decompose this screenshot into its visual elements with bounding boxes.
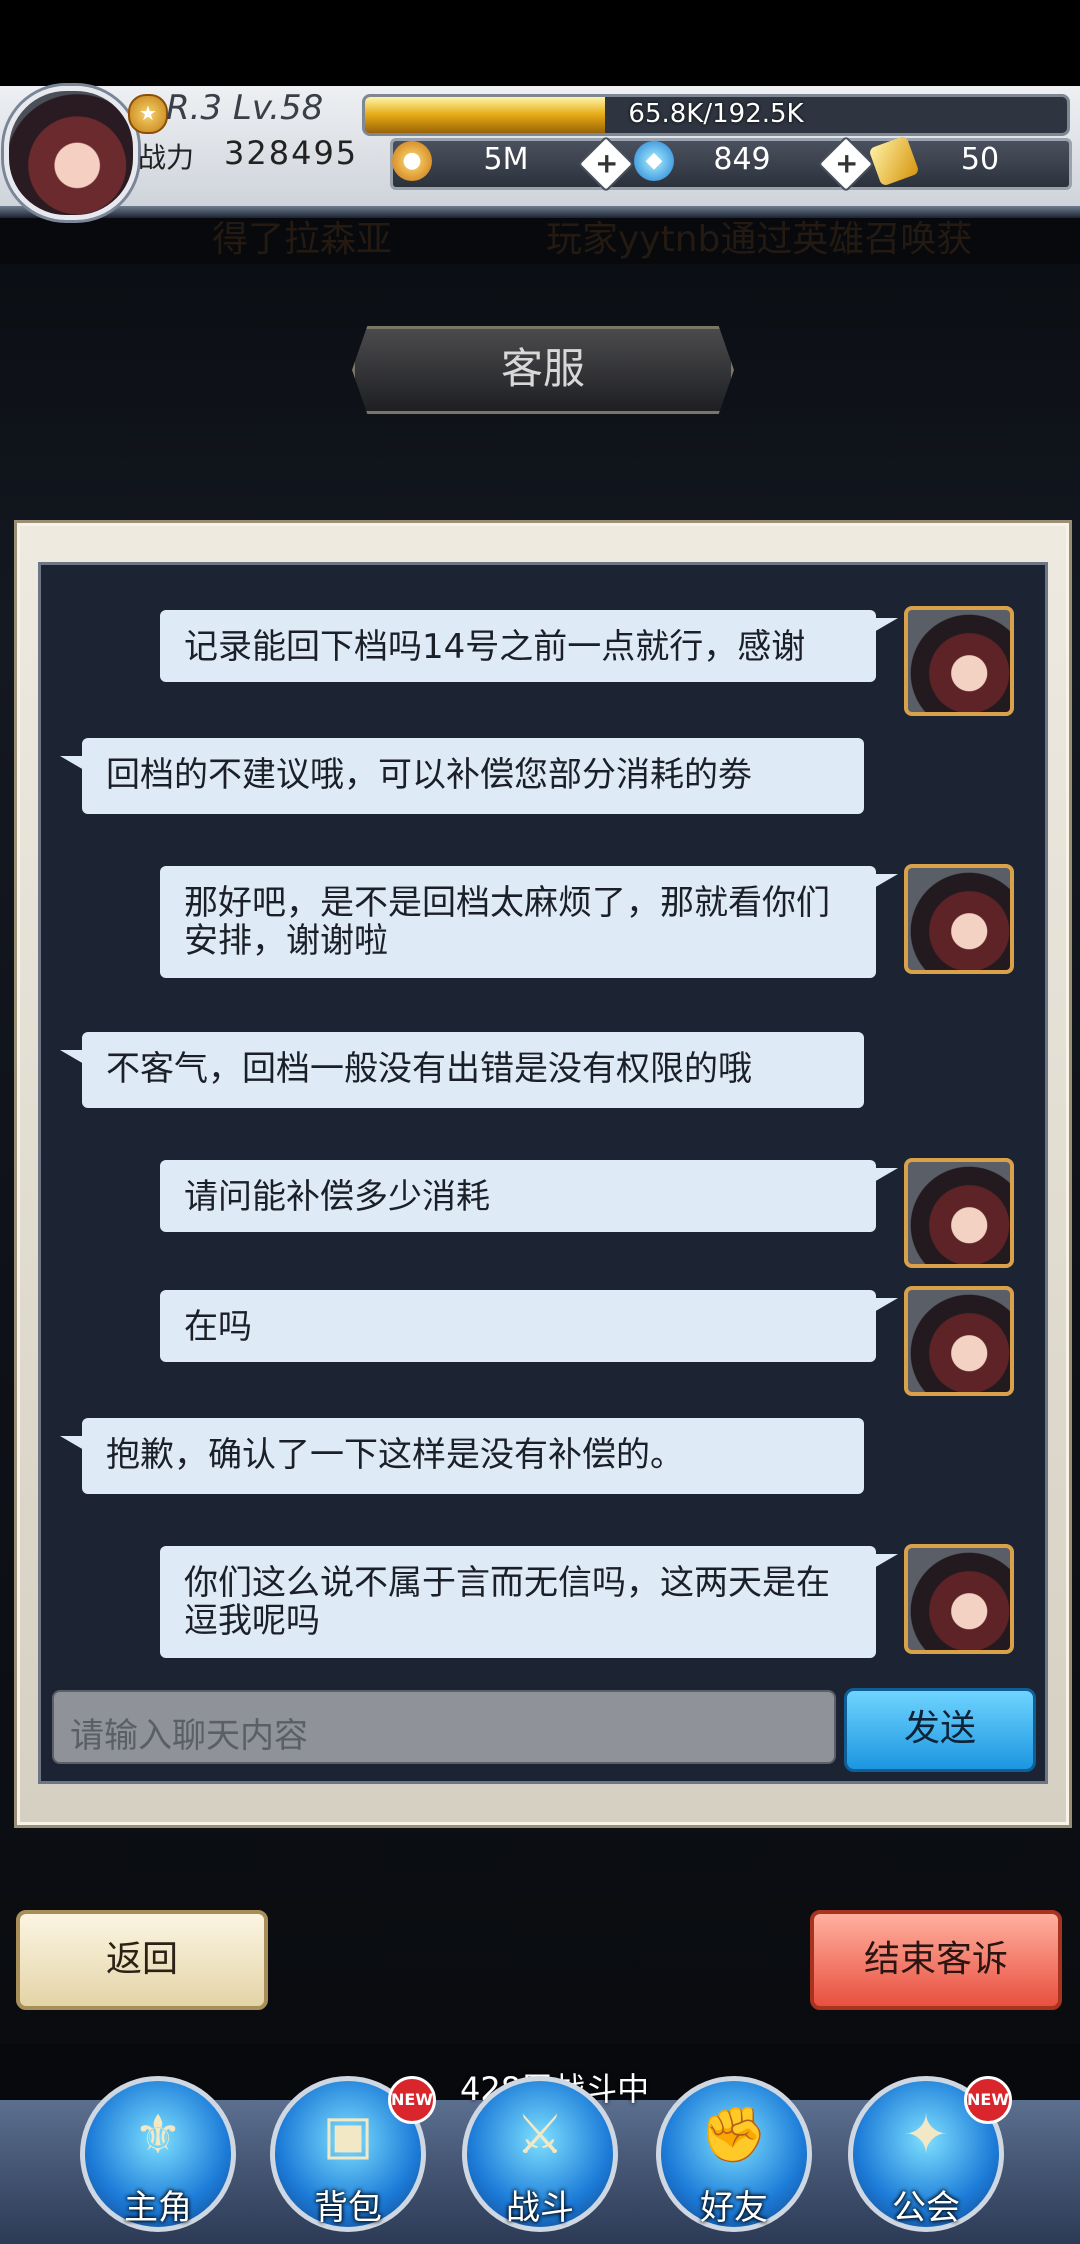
new-badge: NEW: [388, 2076, 436, 2124]
exp-bar: 65.8K/192.5K: [362, 94, 1070, 136]
announcement-ticker: 得了拉森亚 玩家yytnb通过英雄召唤获: [0, 208, 1080, 264]
ticker-left: 得了拉森亚: [212, 219, 393, 260]
end-complaint-button[interactable]: 结束客诉: [810, 1910, 1062, 2010]
new-badge: NEW: [964, 2076, 1012, 2124]
chat-message-user: 你们这么说不属于言而无信吗，这两天是在逗我呢吗: [160, 1546, 898, 1658]
user-avatar: [904, 1544, 1014, 1654]
nav-label: 好友: [700, 2188, 768, 2228]
status-bar: [0, 0, 1080, 86]
gold-value: 5M: [483, 142, 529, 177]
gold-coin-icon: ●: [392, 141, 432, 181]
send-button[interactable]: 发送: [844, 1688, 1036, 1772]
page-title: 客服: [352, 326, 734, 414]
user-avatar: [904, 864, 1014, 974]
nav-battle[interactable]: ⚔ 战斗: [462, 2076, 618, 2232]
back-button[interactable]: 返回: [16, 1910, 268, 2010]
helmet-icon: ⚜: [133, 2103, 183, 2166]
crossed-swords-icon: ⚔: [515, 2103, 565, 2166]
handshake-icon: ✊: [700, 2103, 768, 2166]
power-value: 328495: [224, 134, 359, 172]
user-avatar: [904, 606, 1014, 716]
chat-message-user: 请问能补偿多少消耗: [160, 1160, 898, 1232]
user-avatar: [904, 1286, 1014, 1396]
gem-value: 849: [713, 142, 771, 177]
nav-label: 公会: [892, 2188, 960, 2228]
exp-text: 65.8K/192.5K: [628, 99, 804, 129]
chat-message-support: 回档的不建议哦，可以补偿您部分消耗的劵: [60, 738, 864, 814]
chat-message-user: 那好吧，是不是回档太麻烦了，那就看你们安排，谢谢啦: [160, 866, 898, 978]
player-avatar[interactable]: [4, 86, 138, 220]
user-avatar: [904, 1158, 1014, 1268]
chat-message-user: 在吗: [160, 1290, 898, 1362]
nav-label: 主角: [124, 2188, 192, 2228]
nav-label: 背包: [314, 2188, 382, 2228]
chat-message-support: 不客气，回档一般没有出错是没有权限的哦: [60, 1032, 864, 1108]
nav-label: 战斗: [506, 2188, 574, 2228]
chat-message-user: 记录能回下档吗14号之前一点就行，感谢: [160, 610, 898, 682]
power-label: 战力: [138, 141, 195, 174]
rank-level: R.3 Lv.58: [166, 88, 324, 128]
ticker-right: 玩家yytnb通过英雄召唤获: [546, 219, 973, 260]
chat-message-support: 抱歉，确认了一下这样是没有补偿的。: [60, 1418, 864, 1494]
nav-friends[interactable]: ✊ 好友: [656, 2076, 812, 2232]
rank-icon: ★: [128, 94, 168, 134]
chat-input[interactable]: 请输入聊天内容: [52, 1690, 836, 1764]
nav-hero[interactable]: ⚜ 主角: [80, 2076, 236, 2232]
ticket-value: 50: [960, 142, 1000, 177]
gem-icon: ◆: [634, 141, 674, 181]
